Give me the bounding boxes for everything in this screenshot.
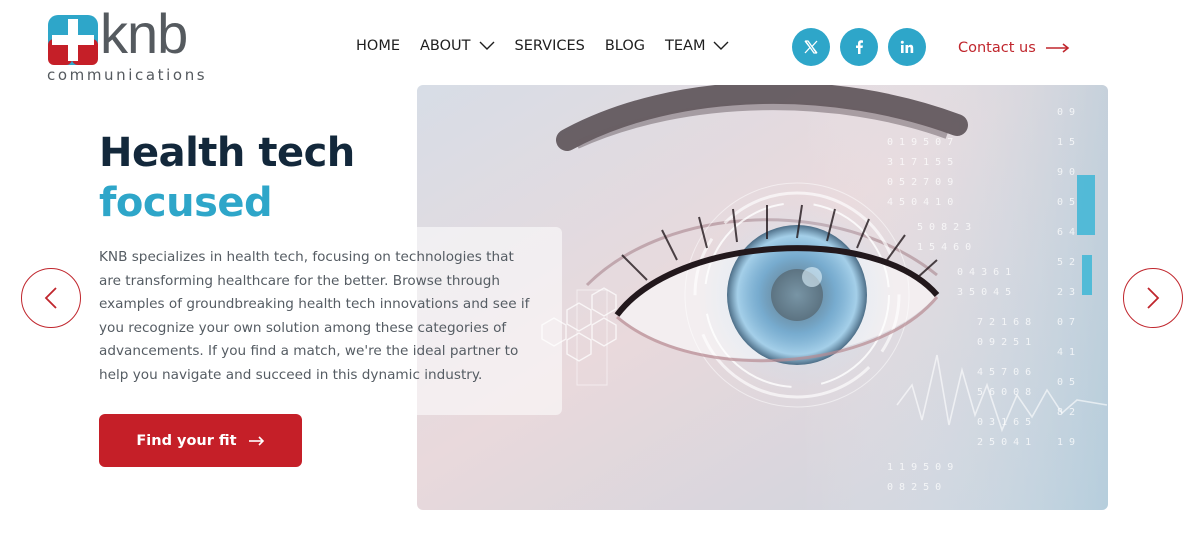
x-twitter-link[interactable] [792,28,830,66]
arrow-right-icon [248,435,264,446]
svg-text:5 0 8 2 3: 5 0 8 2 3 [917,222,971,233]
svg-text:0 1 9 5 0 7: 0 1 9 5 0 7 [887,137,953,148]
linkedin-link[interactable] [888,28,926,66]
svg-text:0 9 2 5 1: 0 9 2 5 1 [977,337,1031,348]
svg-text:0 8 2 5 0: 0 8 2 5 0 [887,482,941,493]
svg-text:1 5: 1 5 [1057,137,1075,148]
main-nav: HOME ABOUT SERVICES BLOG TEAM [356,38,729,54]
social-links [792,28,926,66]
svg-text:0 9: 0 9 [1057,107,1075,118]
carousel-next-button[interactable] [1123,268,1183,328]
svg-text:3 1 7 1 5 5: 3 1 7 1 5 5 [887,157,953,168]
svg-text:0 7: 0 7 [1057,317,1075,328]
nav-about[interactable]: ABOUT [420,38,495,54]
hero-title-line1: Health tech [99,130,355,176]
svg-text:1 9: 1 9 [1057,437,1075,448]
contact-us-label: Contact us [958,40,1036,56]
hero-title: Health tech focused [99,128,355,228]
nav-home-label: HOME [356,38,400,54]
chevron-down-icon [713,41,729,50]
svg-text:9 0: 9 0 [1057,167,1075,178]
svg-text:7 2 1 6 8: 7 2 1 6 8 [977,317,1031,328]
nav-team[interactable]: TEAM [665,38,729,54]
nav-about-label: ABOUT [420,38,471,54]
carousel-prev-button[interactable] [21,268,81,328]
svg-text:2 5 0 4 1: 2 5 0 4 1 [977,437,1031,448]
find-your-fit-button[interactable]: Find your fit [99,414,302,467]
x-twitter-icon [804,40,818,54]
nav-team-label: TEAM [665,38,706,54]
nav-blog-label: BLOG [604,38,646,54]
nav-blog[interactable]: BLOG [605,38,645,54]
svg-text:0 5 2 7 0 9: 0 5 2 7 0 9 [887,177,953,188]
svg-text:0 5: 0 5 [1057,197,1075,208]
svg-text:2 3: 2 3 [1057,287,1075,298]
svg-text:6 4: 6 4 [1057,227,1075,238]
logo[interactable]: knb communications [46,6,226,85]
arrow-right-icon [1045,43,1070,53]
nav-services-label: SERVICES [514,38,585,54]
facebook-link[interactable] [840,28,878,66]
hero-description: KNB specializes in health tech, focusing… [99,249,530,383]
chevron-right-icon [1147,287,1160,309]
svg-text:0 4 3 6 1: 0 4 3 6 1 [957,267,1011,278]
contact-us-link[interactable]: Contact us [958,40,1070,56]
svg-text:0 5: 0 5 [1057,377,1075,388]
svg-text:4 1: 4 1 [1057,347,1075,358]
svg-text:1 5 4 6 0: 1 5 4 6 0 [917,242,971,253]
svg-text:4 5 0 4 1 0: 4 5 0 4 1 0 [887,197,953,208]
chevron-down-icon [479,41,494,50]
logo-tagline: communications [47,66,208,84]
facebook-icon [856,40,863,54]
svg-text:5 2: 5 2 [1057,257,1075,268]
nav-services[interactable]: SERVICES [515,38,585,54]
nav-home[interactable]: HOME [356,38,400,54]
hero-title-line2: focused [99,180,273,226]
logo-wordmark: knb [100,2,188,65]
chevron-left-icon [44,287,57,309]
linkedin-icon [900,40,914,53]
svg-text:4 5 7 0 6: 4 5 7 0 6 [977,367,1031,378]
svg-text:3 5 0 4 5: 3 5 0 4 5 [957,287,1011,298]
find-your-fit-label: Find your fit [136,432,237,449]
svg-text:1 1 9 5 0 9: 1 1 9 5 0 9 [887,462,953,473]
logo-mark-icon [48,15,98,65]
